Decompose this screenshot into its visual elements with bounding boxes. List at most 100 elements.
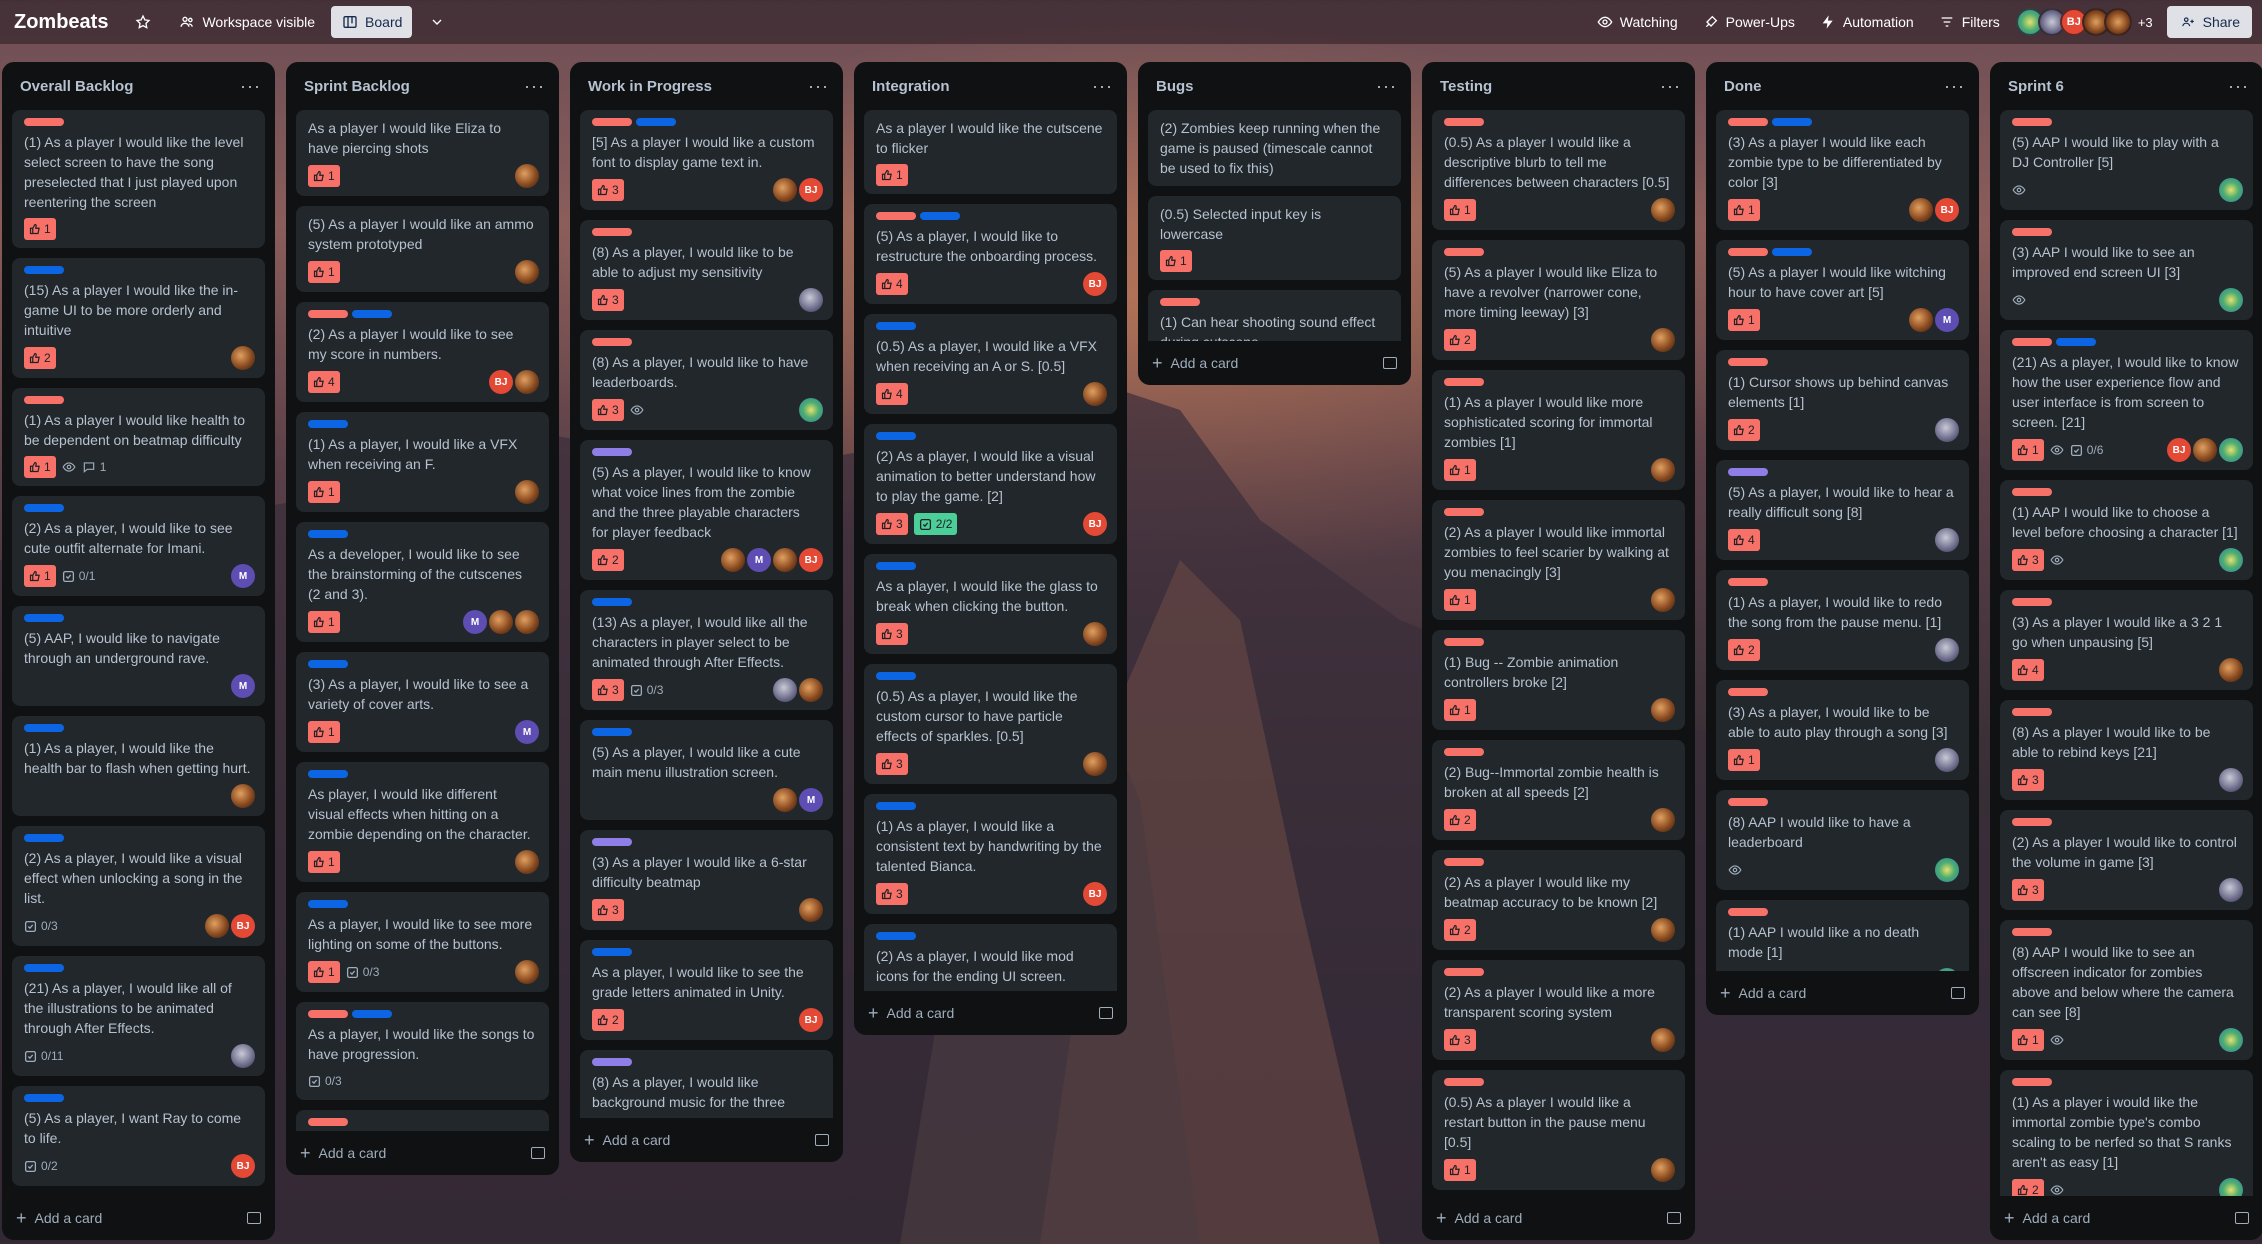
share-button[interactable]: Share [2166, 6, 2252, 38]
card-label[interactable] [592, 118, 632, 126]
card[interactable]: (1) As a player, I would like a consiste… [864, 794, 1117, 914]
card-label[interactable] [592, 1058, 632, 1066]
card-label[interactable] [592, 228, 632, 236]
card[interactable]: (2) As a player I would like to see my s… [296, 302, 549, 402]
member-avatar[interactable] [515, 610, 539, 634]
list-menu-icon[interactable]: ··· [1944, 76, 1965, 97]
card-label[interactable] [876, 802, 916, 810]
card[interactable]: (8) As a player, I would like background… [580, 1050, 833, 1118]
card[interactable]: (1) AAP I would like a no death mode [1] [1716, 900, 1969, 971]
member-avatar[interactable] [2103, 8, 2132, 36]
automation-button[interactable]: Automation [1809, 6, 1924, 38]
card-label[interactable] [2056, 338, 2096, 346]
template-icon[interactable] [2235, 1212, 2249, 1224]
list-title[interactable]: Done [1724, 78, 1762, 95]
card-label[interactable] [1772, 248, 1812, 256]
card[interactable]: (1) As a player I would like more sophis… [1432, 370, 1685, 490]
card[interactable]: (2) As a player, I would like a visual a… [864, 424, 1117, 544]
card-label[interactable] [308, 420, 348, 428]
card-label[interactable] [1444, 118, 1484, 126]
card-label[interactable] [1160, 298, 1200, 306]
member-avatar[interactable]: M [515, 720, 539, 744]
list-header[interactable]: Integration ··· [854, 62, 1127, 110]
card[interactable]: (5) As a player, I would like to hear a … [1716, 460, 1969, 560]
card-label[interactable] [636, 118, 676, 126]
card-label[interactable] [2012, 118, 2052, 126]
card-label[interactable] [1772, 118, 1812, 126]
member-avatar[interactable]: BJ [1083, 512, 1107, 536]
member-avatar[interactable] [1651, 698, 1675, 722]
card[interactable]: (2) As a player I would like a more tran… [1432, 960, 1685, 1060]
card-label[interactable] [24, 724, 64, 732]
member-avatar[interactable]: M [231, 674, 255, 698]
more-members-count[interactable]: +3 [2138, 15, 2153, 30]
card[interactable]: (3) As a player I would like a 6-star di… [580, 830, 833, 930]
card[interactable]: (2) As a player, I would like mod icons … [864, 924, 1117, 991]
member-avatar[interactable]: BJ [799, 178, 823, 202]
card-label[interactable] [308, 660, 348, 668]
card-label[interactable] [24, 834, 64, 842]
card-label[interactable] [24, 964, 64, 972]
member-avatar[interactable] [2219, 438, 2243, 462]
member-avatar[interactable] [2219, 768, 2243, 792]
member-avatar[interactable] [1935, 638, 1959, 662]
card[interactable]: (1) Can hear shooting sound effect durin… [1148, 290, 1401, 341]
member-avatar[interactable] [1083, 622, 1107, 646]
card[interactable]: As a player, I would like to see the gra… [580, 940, 833, 1040]
add-card-button[interactable]: + Add a card [286, 1131, 559, 1175]
card-label[interactable] [1728, 358, 1768, 366]
card[interactable]: (3) As a player I would like a 3 2 1 go … [2000, 590, 2253, 690]
card-label[interactable] [1444, 248, 1484, 256]
card-label[interactable] [308, 530, 348, 538]
list-header[interactable]: Sprint 6 ··· [1990, 62, 2262, 110]
member-avatar[interactable] [1651, 328, 1675, 352]
list-title[interactable]: Bugs [1156, 78, 1194, 95]
member-avatar[interactable] [1083, 752, 1107, 776]
card[interactable]: (2) Zombies keep running when the game i… [1148, 110, 1401, 186]
card[interactable]: (2) As a player, I would like to see cut… [12, 496, 265, 596]
member-avatar[interactable] [1651, 458, 1675, 482]
member-avatar[interactable] [2219, 658, 2243, 682]
member-avatar[interactable] [799, 398, 823, 422]
list-title[interactable]: Integration [872, 78, 950, 95]
member-avatar[interactable] [2193, 438, 2217, 462]
card[interactable]: (1) As a player, I would like the health… [12, 716, 265, 816]
member-avatar[interactable] [1651, 198, 1675, 222]
card[interactable]: (1) As a player, I would like a VFX when… [296, 412, 549, 512]
member-avatar[interactable] [205, 914, 229, 938]
list-menu-icon[interactable]: ··· [1092, 76, 1113, 97]
member-avatar[interactable] [231, 784, 255, 808]
card-label[interactable] [2012, 928, 2052, 936]
card-label[interactable] [1444, 858, 1484, 866]
card[interactable]: (3) As a player, I would like to be able… [1716, 680, 1969, 780]
member-avatar[interactable] [2219, 1028, 2243, 1052]
member-avatar[interactable] [1909, 308, 1933, 332]
card[interactable]: (1) As a player I would like health to b… [12, 388, 265, 486]
card[interactable]: (5) AAP I would like to play with a DJ C… [2000, 110, 2253, 210]
member-avatar[interactable]: M [1935, 308, 1959, 332]
member-avatar[interactable] [2219, 288, 2243, 312]
add-card-button[interactable]: + Add a card [2, 1196, 275, 1240]
member-avatar[interactable] [231, 1044, 255, 1068]
template-icon[interactable] [531, 1147, 545, 1159]
list-header[interactable]: Testing ··· [1422, 62, 1695, 110]
card-label[interactable] [24, 118, 64, 126]
card[interactable]: (1) Bug -- Zombie animation controllers … [1432, 630, 1685, 730]
card-label[interactable] [1728, 688, 1768, 696]
add-card-button[interactable]: + Add a card [1138, 341, 1411, 385]
board-title[interactable]: Zombeats [10, 11, 118, 34]
card[interactable]: (2) As a player I would like to control … [2000, 810, 2253, 910]
watching-button[interactable]: Watching [1586, 6, 1688, 38]
list-menu-icon[interactable]: ··· [808, 76, 829, 97]
card[interactable]: (0.5) As a player I would like a descrip… [1432, 110, 1685, 230]
card-label[interactable] [24, 504, 64, 512]
member-avatar[interactable] [1083, 382, 1107, 406]
member-avatar[interactable] [1651, 808, 1675, 832]
card[interactable]: (5) As a player, I would like a cute mai… [580, 720, 833, 820]
card-label[interactable] [1444, 378, 1484, 386]
card[interactable]: (1) Cursor shows up behind canvas elemen… [1716, 350, 1969, 450]
member-avatar[interactable] [1651, 1028, 1675, 1052]
card-label[interactable] [2012, 228, 2052, 236]
card-label[interactable] [352, 1010, 392, 1018]
board-members[interactable]: BJ +3 [2015, 8, 2153, 36]
